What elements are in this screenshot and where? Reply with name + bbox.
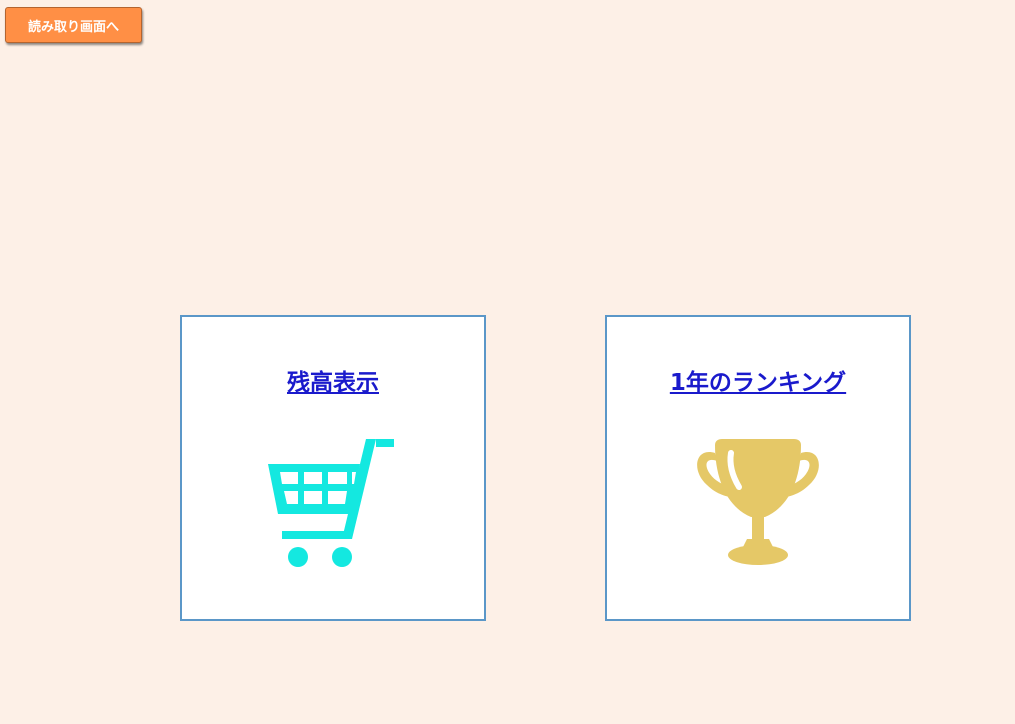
back-to-scan-button[interactable]: 読み取り画面へ — [5, 7, 142, 43]
ranking-card[interactable]: 1年のランキング — [605, 315, 911, 621]
ranking-link[interactable]: 1年のランキング — [607, 363, 909, 397]
balance-card[interactable]: 残高表示 — [180, 315, 486, 621]
trophy-icon — [607, 439, 909, 569]
shopping-cart-icon — [182, 439, 484, 569]
balance-link[interactable]: 残高表示 — [182, 363, 484, 397]
